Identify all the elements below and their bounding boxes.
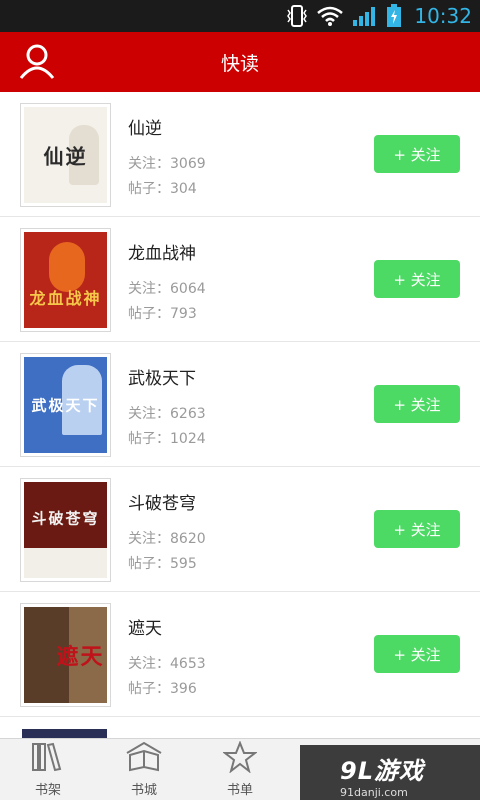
follow-button[interactable]: + 关注 <box>374 385 460 423</box>
star-icon <box>222 740 258 777</box>
bookstore-icon <box>125 741 163 777</box>
watermark-logo: 9L游戏 <box>340 757 424 785</box>
watermark-url: 91danji.com <box>340 786 408 799</box>
book-list[interactable]: 仙逆 仙逆 关注：3069 帖子：304 + 关注 龙血战神 龙血战神 关注：6… <box>0 92 480 738</box>
book-cover[interactable]: 武极天下 <box>20 353 111 457</box>
book-cover[interactable]: 仙逆 <box>20 103 111 207</box>
status-bar: 10:32 <box>0 0 480 32</box>
list-item[interactable]: 斗破苍穹 斗破苍穹 关注：8620 帖子：595 + 关注 <box>0 467 480 592</box>
post-count: 帖子：1024 <box>128 431 206 447</box>
book-cover[interactable]: 龙血战神 <box>20 228 111 332</box>
user-icon <box>18 42 56 84</box>
signal-icon <box>352 5 378 27</box>
book-cover[interactable] <box>22 729 107 738</box>
cover-title: 斗破苍穹 <box>31 509 100 528</box>
follow-count: 关注：8620 <box>128 531 206 547</box>
status-time: 10:32 <box>414 4 472 28</box>
tab-bookstore[interactable]: 书城 <box>96 739 192 800</box>
post-count: 帖子：396 <box>128 681 197 697</box>
follow-count: 关注：6263 <box>128 406 206 422</box>
book-title[interactable]: 遮天 <box>128 614 162 639</box>
battery-icon <box>386 4 402 28</box>
list-item[interactable]: 龙血战神 龙血战神 关注：6064 帖子：793 + 关注 <box>0 217 480 342</box>
book-title[interactable]: 斗破苍穹 <box>128 489 196 514</box>
tab-label: 书架 <box>34 783 61 798</box>
follow-count: 关注：3069 <box>128 156 206 172</box>
tab-label: 书单 <box>226 783 253 798</box>
tab-bookshelf[interactable]: 书架 <box>0 739 96 800</box>
post-count: 帖子：793 <box>128 306 197 322</box>
bookshelf-icon <box>30 741 66 777</box>
cover-art: 仙逆 <box>24 107 107 203</box>
book-title[interactable]: 仙逆 <box>128 114 162 139</box>
follow-count: 关注：4653 <box>128 656 206 672</box>
cover-title: 仙逆 <box>43 144 88 169</box>
cover-art: 龙血战神 <box>24 232 107 328</box>
book-title[interactable]: 龙血战神 <box>128 239 196 264</box>
list-item[interactable] <box>0 717 480 738</box>
cover-art: 斗破苍穹 <box>24 482 107 578</box>
cover-title: 龙血战神 <box>29 289 102 309</box>
watermark: 9L游戏 91danji.com <box>300 745 480 800</box>
profile-button[interactable] <box>14 40 60 86</box>
cover-art: 遮天 <box>24 607 107 703</box>
follow-button[interactable]: + 关注 <box>374 635 460 673</box>
book-cover[interactable]: 斗破苍穹 <box>20 478 111 582</box>
tab-booklist[interactable]: 书单 <box>192 739 288 800</box>
follow-button[interactable]: + 关注 <box>374 510 460 548</box>
book-cover[interactable]: 遮天 <box>20 603 111 707</box>
post-count: 帖子：304 <box>128 181 197 197</box>
vibrate-icon <box>286 4 308 28</box>
follow-button[interactable]: + 关注 <box>374 135 460 173</box>
page-title: 快读 <box>220 52 259 75</box>
app-header: 快读 <box>0 32 480 92</box>
follow-button[interactable]: + 关注 <box>374 260 460 298</box>
wifi-icon <box>316 5 344 27</box>
tab-label: 书城 <box>130 783 157 798</box>
list-item[interactable]: 仙逆 仙逆 关注：3069 帖子：304 + 关注 <box>0 92 480 217</box>
book-title[interactable]: 武极天下 <box>128 364 196 389</box>
list-item[interactable]: 遮天 遮天 关注：4653 帖子：396 + 关注 <box>0 592 480 717</box>
cover-title: 遮天 <box>56 644 105 670</box>
post-count: 帖子：595 <box>128 556 197 572</box>
cover-art: 武极天下 <box>24 357 107 453</box>
list-item[interactable]: 武极天下 武极天下 关注：6263 帖子：1024 + 关注 <box>0 342 480 467</box>
follow-count: 关注：6064 <box>128 281 206 297</box>
cover-title: 武极天下 <box>31 396 100 415</box>
